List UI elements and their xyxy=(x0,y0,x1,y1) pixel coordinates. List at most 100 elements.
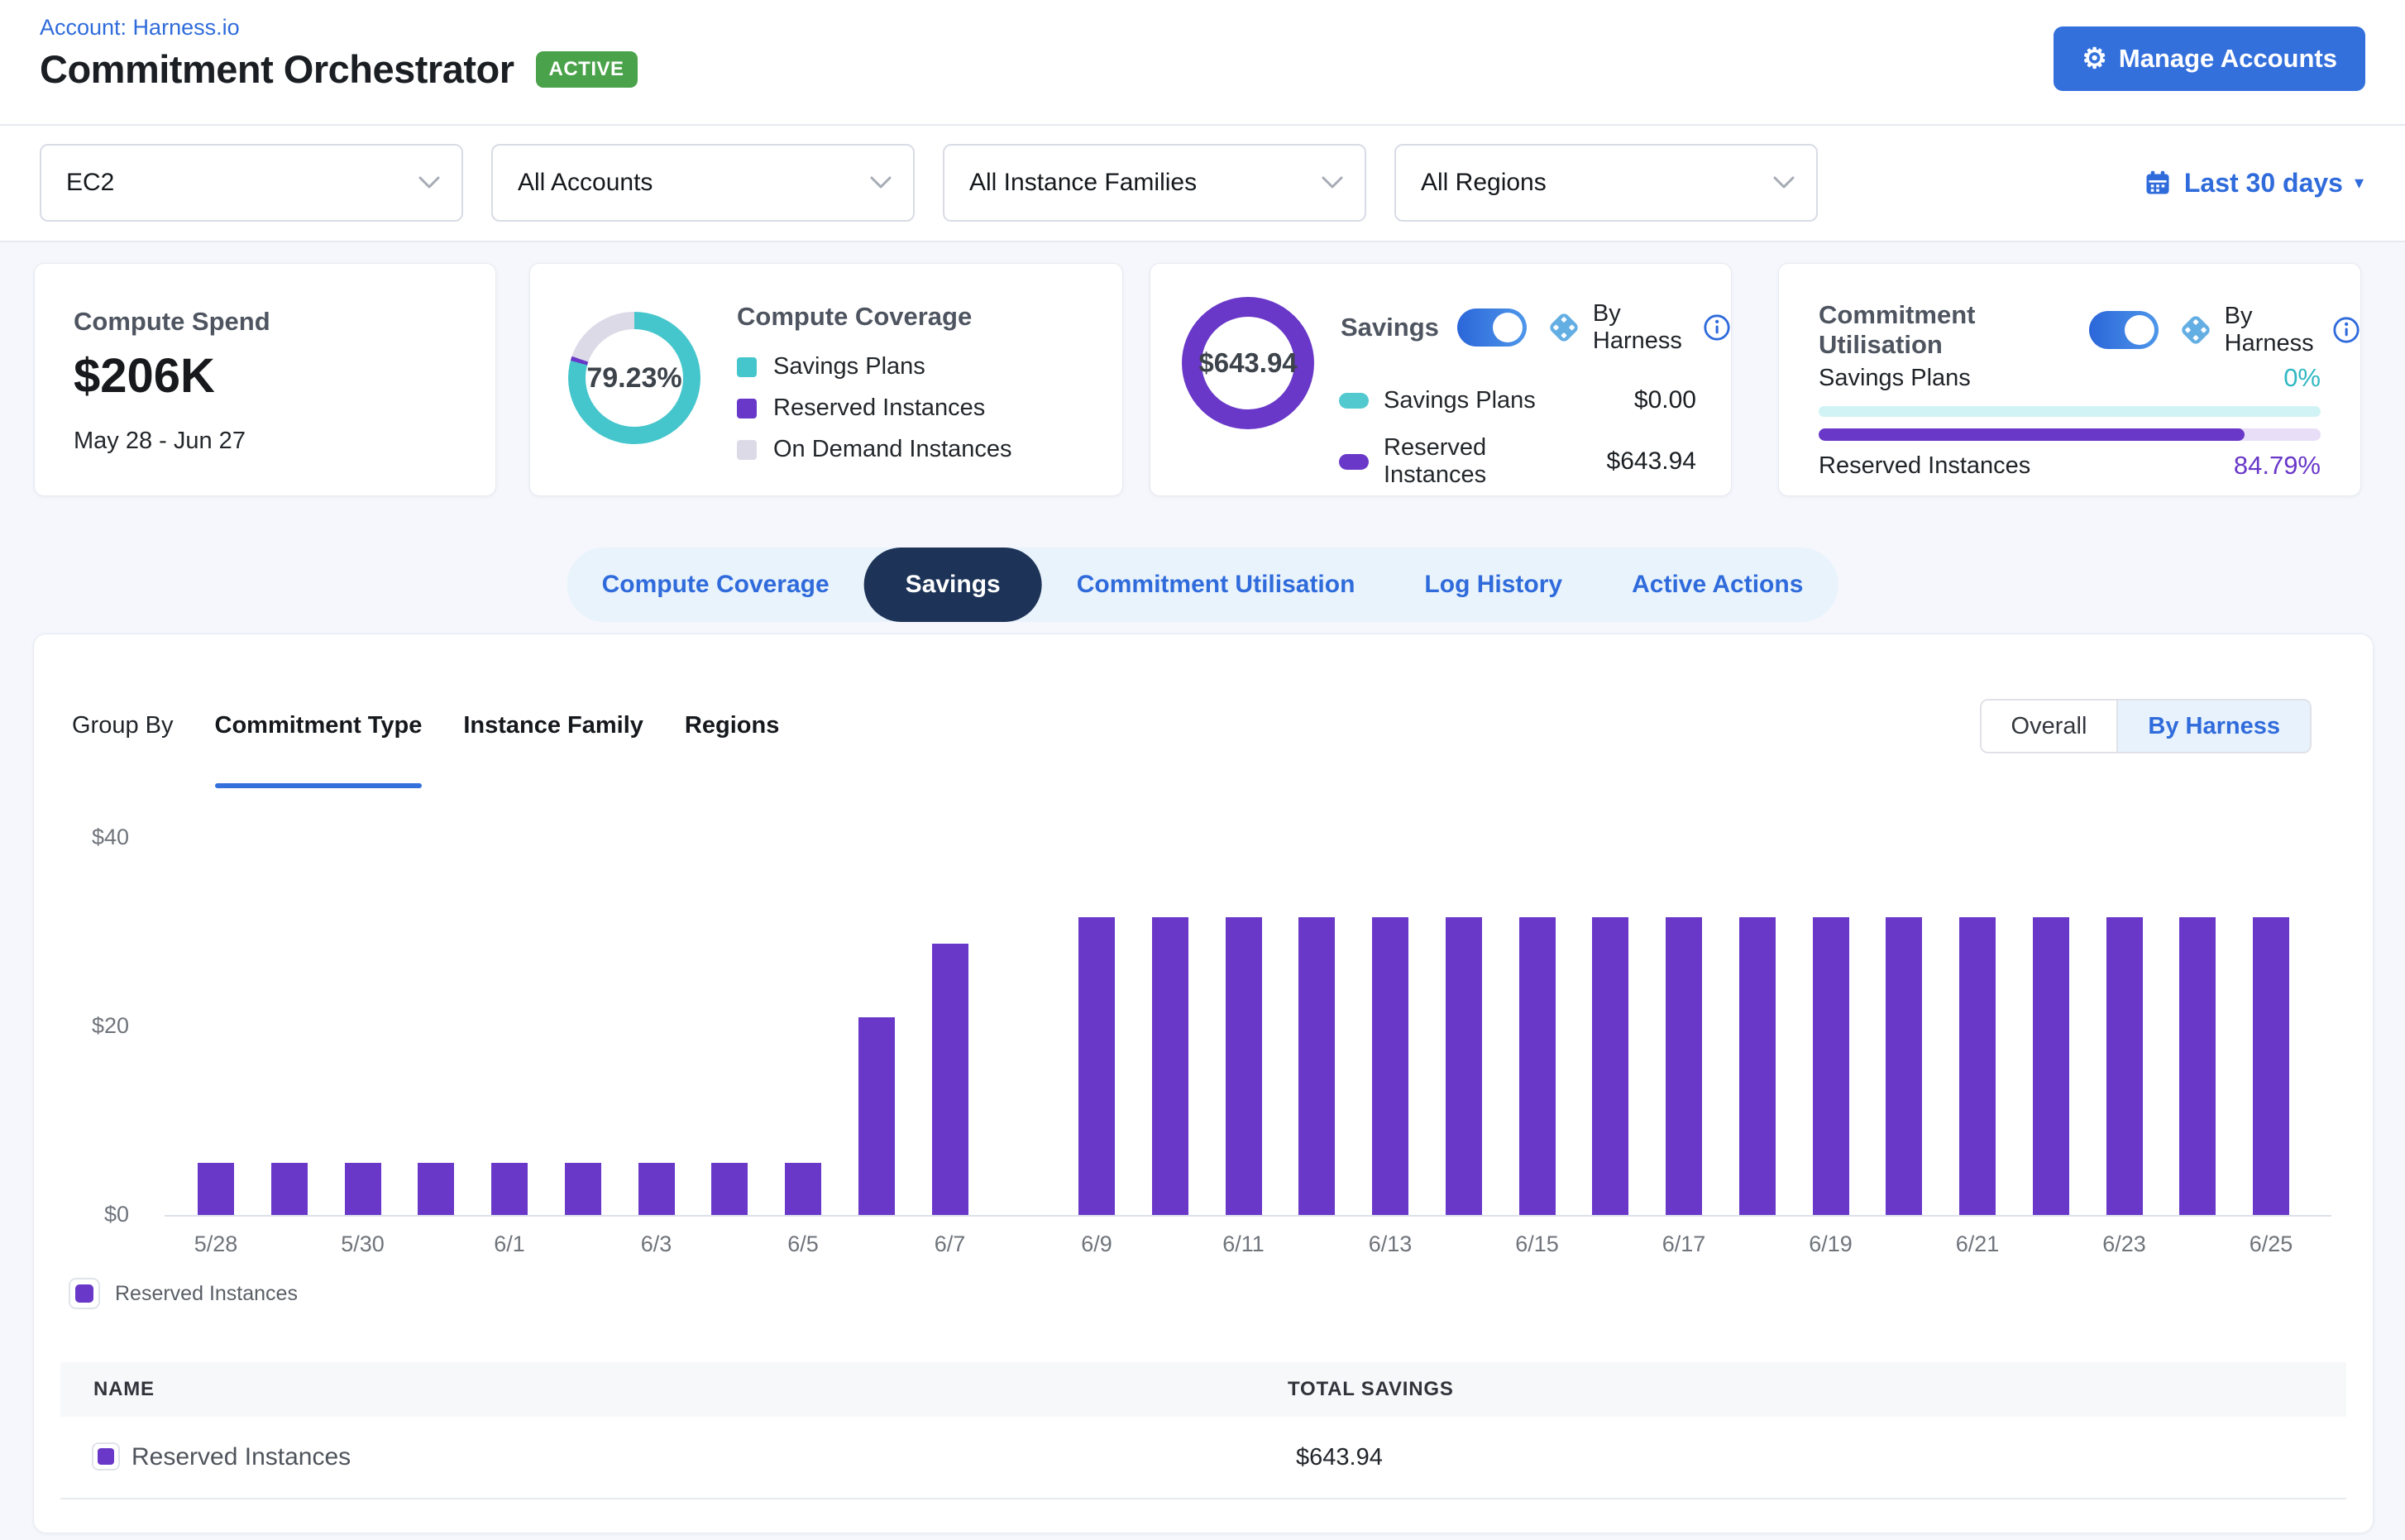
tab-compute-coverage[interactable]: Compute Coverage xyxy=(567,548,864,622)
tab-savings[interactable]: Savings xyxy=(864,548,1042,622)
bar-6/3[interactable] xyxy=(638,1163,675,1215)
bar-5/31[interactable] xyxy=(418,1163,454,1215)
bar-6/21[interactable] xyxy=(1959,917,1996,1215)
regions-select-value: All Regions xyxy=(1421,169,1547,197)
filter-bar: EC2 All Accounts All Instance Families A… xyxy=(0,126,2405,242)
chevron-down-icon xyxy=(418,176,440,189)
bar-5/29[interactable] xyxy=(271,1163,308,1215)
chevron-down-icon xyxy=(1773,176,1795,189)
bar-6/12[interactable] xyxy=(1298,917,1335,1215)
instance-families-select-value: All Instance Families xyxy=(969,169,1197,197)
savings-plans-pill xyxy=(1339,393,1369,409)
bar-6/15[interactable] xyxy=(1519,917,1556,1215)
manage-accounts-button[interactable]: ⚙ Manage Accounts xyxy=(2054,26,2365,91)
bar-6/10[interactable] xyxy=(1152,917,1188,1215)
bar-6/2[interactable] xyxy=(565,1163,601,1215)
gear-icon: ⚙ xyxy=(2082,45,2106,73)
bar-6/18[interactable] xyxy=(1739,917,1776,1215)
y-tick-label: $20 xyxy=(46,1013,129,1039)
tab-log-history[interactable]: Log History xyxy=(1389,548,1597,622)
group-by-instance-family[interactable]: Instance Family xyxy=(463,712,643,739)
account-link[interactable]: Account: Harness.io xyxy=(40,15,240,41)
segment-by-harness[interactable]: By Harness xyxy=(2116,701,2310,752)
commitment-utilisation-card: Commitment Utilisation By Harness Saving… xyxy=(1778,263,2361,496)
x-tick-label: 6/17 xyxy=(1634,1232,1733,1257)
savings-plans-utilisation-bar xyxy=(1819,406,2321,417)
bar-6/19[interactable] xyxy=(1813,917,1849,1215)
x-tick-label: 6/5 xyxy=(753,1232,853,1257)
bar-6/9[interactable] xyxy=(1078,917,1115,1215)
bar-5/30[interactable] xyxy=(345,1163,381,1215)
bar-6/6[interactable] xyxy=(858,1017,895,1215)
savings-title-row: Savings By Harness xyxy=(1341,300,1731,355)
segment-overall[interactable]: Overall xyxy=(1982,701,2117,752)
savings-donut: $643.94 xyxy=(1182,297,1314,429)
group-by-commitment-type[interactable]: Commitment Type xyxy=(215,712,423,739)
group-by-label: Group By xyxy=(72,712,174,739)
compute-coverage-card: 79.23% Compute Coverage Savings Plans Re… xyxy=(529,263,1123,496)
utilisation-title-row: Commitment Utilisation By Harness xyxy=(1819,300,2360,360)
bar-6/23[interactable] xyxy=(2106,917,2143,1215)
page: { "theme": { "blue": "#2f6bdb", "btn-blu… xyxy=(0,0,2405,1540)
x-tick-label: 6/13 xyxy=(1341,1232,1440,1257)
x-tick-label: 6/15 xyxy=(1488,1232,1587,1257)
column-header-name: NAME xyxy=(93,1378,155,1401)
bar-6/25[interactable] xyxy=(2253,917,2289,1215)
row-label: Reserved Instances xyxy=(1819,452,2030,480)
bar-6/5[interactable] xyxy=(785,1163,821,1215)
date-range-picker[interactable]: Last 30 days ▾ xyxy=(2143,144,2364,222)
x-tick-label: 6/19 xyxy=(1781,1232,1881,1257)
status-badge: ACTIVE xyxy=(536,51,638,88)
group-by-regions[interactable]: Regions xyxy=(685,712,779,739)
legend-item-reserved-instances: Reserved Instances xyxy=(737,395,1012,422)
bar-6/24[interactable] xyxy=(2179,917,2216,1215)
harness-logo-icon xyxy=(2177,311,2215,349)
tab-active-actions[interactable]: Active Actions xyxy=(1597,548,1838,622)
savings-title: Savings xyxy=(1341,313,1439,342)
chart-legend-reserved-instances[interactable]: Reserved Instances xyxy=(69,1278,298,1309)
bar-6/11[interactable] xyxy=(1226,917,1262,1215)
x-tick-label: 6/11 xyxy=(1194,1232,1293,1257)
y-tick-label: $0 xyxy=(46,1202,129,1227)
bar-6/14[interactable] xyxy=(1446,917,1482,1215)
savings-center-value: $643.94 xyxy=(1198,347,1297,379)
utilisation-by-harness-toggle[interactable] xyxy=(2089,311,2159,349)
compute-spend-value: $206K xyxy=(74,348,215,404)
bar-6/20[interactable] xyxy=(1886,917,1922,1215)
bar-6/4[interactable] xyxy=(711,1163,748,1215)
bar-6/13[interactable] xyxy=(1372,917,1408,1215)
bar-5/28[interactable] xyxy=(198,1163,234,1215)
overall-byharness-toggle: Overall By Harness xyxy=(1980,699,2312,753)
page-title: Commitment Orchestrator xyxy=(40,46,514,92)
toggle-knob xyxy=(2125,315,2154,345)
table-row[interactable]: Reserved Instances $643.94 xyxy=(60,1417,2346,1499)
tab-commitment-utilisation[interactable]: Commitment Utilisation xyxy=(1042,548,1390,622)
savings-row-savings-plans: Savings Plans $0.00 xyxy=(1339,386,1696,414)
bar-6/22[interactable] xyxy=(2033,917,2069,1215)
accounts-select[interactable]: All Accounts xyxy=(491,144,915,222)
toggle-knob xyxy=(1493,313,1523,342)
row-value: $643.94 xyxy=(1607,447,1696,476)
bar-6/17[interactable] xyxy=(1666,917,1702,1215)
ri-utilisation-fill xyxy=(1819,428,2245,441)
page-title-row: Commitment Orchestrator ACTIVE xyxy=(40,46,638,92)
y-tick-label: $40 xyxy=(46,825,129,850)
compute-coverage-center-value: 79.23% xyxy=(568,312,700,444)
bar-6/7[interactable] xyxy=(932,944,968,1215)
by-harness-label: By Harness xyxy=(2225,303,2322,357)
by-harness-label: By Harness xyxy=(1593,300,1693,355)
service-select[interactable]: EC2 xyxy=(40,144,463,222)
info-icon[interactable] xyxy=(1703,313,1731,342)
legend-label: Savings Plans xyxy=(773,353,925,380)
harness-logo-icon xyxy=(1545,308,1583,347)
row-total-savings: $643.94 xyxy=(1296,1444,1383,1471)
bar-6/16[interactable] xyxy=(1592,917,1628,1215)
legend-swatch xyxy=(75,1284,93,1303)
savings-card: $643.94 Savings By Harness Savings Plans… xyxy=(1150,263,1732,496)
legend-item-on-demand: On Demand Instances xyxy=(737,436,1012,463)
regions-select[interactable]: All Regions xyxy=(1394,144,1818,222)
instance-families-select[interactable]: All Instance Families xyxy=(943,144,1366,222)
savings-by-harness-toggle[interactable] xyxy=(1457,308,1527,347)
bar-6/1[interactable] xyxy=(491,1163,528,1215)
info-icon[interactable] xyxy=(2332,316,2360,344)
